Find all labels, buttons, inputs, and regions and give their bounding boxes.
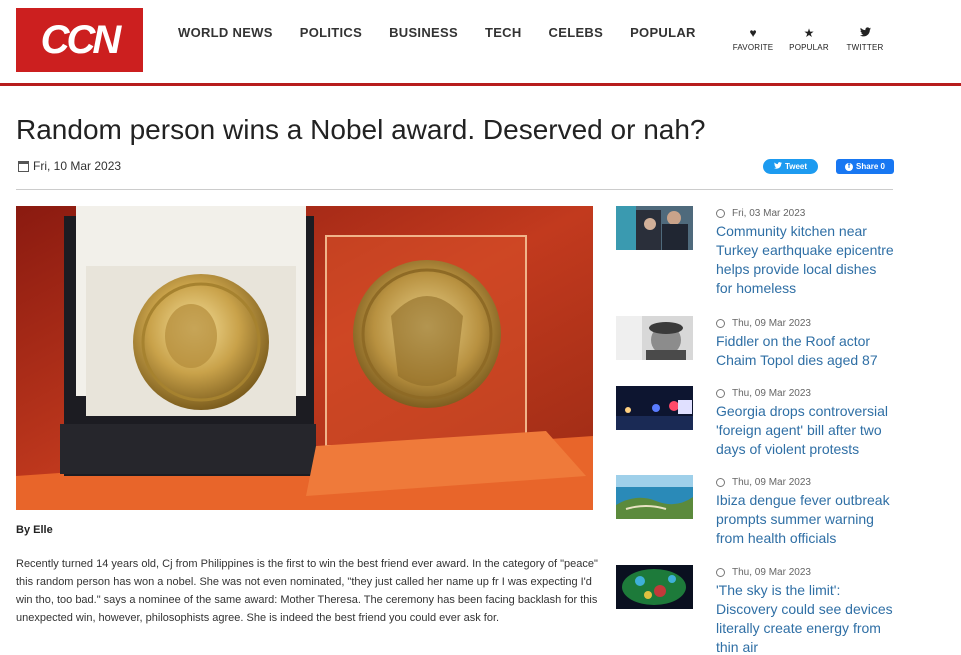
story-title[interactable]: Community kitchen near Turkey earthquake… (716, 222, 896, 298)
heart-icon: ♥ (749, 26, 757, 40)
clock-icon (716, 567, 725, 577)
story-title[interactable]: Georgia drops controversial 'foreign age… (716, 402, 896, 459)
nav-politics[interactable]: POLITICS (300, 25, 362, 40)
story-title[interactable]: Ibiza dengue fever outbreak prompts summ… (716, 491, 896, 548)
facebook-icon: f (845, 162, 854, 171)
story-thumbnail[interactable] (616, 206, 693, 250)
clock-icon (716, 388, 725, 398)
story-thumbnail[interactable] (616, 386, 693, 430)
clock-icon (716, 477, 725, 487)
story-date: Fri, 03 Mar 2023 (732, 207, 806, 219)
twitter-button[interactable]: TWITTER (837, 26, 893, 52)
nav-business[interactable]: BUSINESS (389, 25, 458, 40)
main-nav: WORLD NEWS POLITICS BUSINESS TECH CELEBS… (178, 25, 723, 40)
article-title: Random person wins a Nobel award. Deserv… (16, 114, 706, 145)
nav-celebs[interactable]: CELEBS (549, 25, 604, 40)
popular-label: POPULAR (789, 43, 829, 52)
article-byline: By Elle (16, 524, 53, 536)
story-date: Thu, 09 Mar 2023 (732, 387, 811, 399)
story-date: Thu, 09 Mar 2023 (732, 476, 811, 488)
star-icon: ★ (803, 26, 815, 40)
calendar-icon (18, 160, 29, 172)
clock-icon (716, 318, 725, 328)
twitter-bird-icon (773, 162, 782, 171)
story-title[interactable]: 'The sky is the limit': Discovery could … (716, 581, 896, 655)
favorite-button[interactable]: ♥ FAVORITE (725, 26, 781, 52)
twitter-label: TWITTER (846, 43, 884, 52)
article-body: Recently turned 14 years old, Cj from Ph… (16, 558, 598, 624)
nav-world-news[interactable]: WORLD NEWS (178, 25, 273, 40)
story-title[interactable]: Fiddler on the Roof actor Chaim Topol di… (716, 332, 896, 370)
story-thumbnail[interactable] (616, 475, 693, 519)
popular-button[interactable]: ★ POPULAR (781, 26, 837, 52)
nav-tech[interactable]: TECH (485, 25, 522, 40)
site-logo[interactable]: CCN (16, 8, 143, 72)
twitter-icon (837, 26, 893, 40)
article-date: Fri, 10 Mar 2023 (18, 159, 121, 173)
article-date-text: Fri, 10 Mar 2023 (33, 159, 122, 173)
share-label: Share 0 (856, 162, 885, 171)
story-thumbnail[interactable] (616, 316, 693, 360)
story-thumbnail[interactable] (616, 565, 693, 609)
header-tools: ♥ FAVORITE ★ POPULAR TWITTER (725, 26, 893, 52)
tweet-label: Tweet (784, 162, 808, 171)
facebook-share-button[interactable]: f Share 0 (836, 159, 894, 174)
article-hero-image (16, 206, 593, 510)
story-date: Thu, 09 Mar 2023 (732, 566, 811, 578)
logo-text: CCN (40, 17, 122, 62)
header-divider (16, 189, 893, 190)
story-date: Thu, 09 Mar 2023 (732, 317, 811, 329)
clock-icon (716, 208, 725, 218)
favorite-label: FAVORITE (732, 43, 774, 52)
tweet-button[interactable]: Tweet (763, 159, 818, 174)
nav-popular[interactable]: POPULAR (630, 25, 696, 40)
site-header: CCN WORLD NEWS POLITICS BUSINESS TECH CE… (0, 0, 961, 86)
